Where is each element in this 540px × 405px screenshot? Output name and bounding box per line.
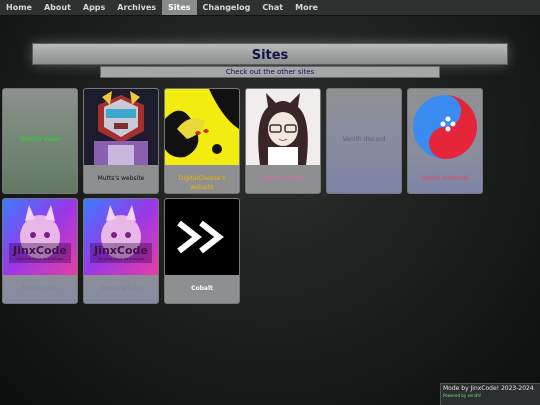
site-card-backup[interactable]: JinxCode Genuine Mode by JinxCode Backup… bbox=[2, 198, 78, 304]
juliet-thumbnail bbox=[246, 89, 320, 165]
site-card-venith-discord[interactable]: Venith discord bbox=[326, 88, 402, 194]
footer-powered-by: Powered by venith! bbox=[443, 393, 482, 398]
page-title-bar: Sites bbox=[32, 43, 508, 65]
top-nav: Home About Apps Archives Sites Changelog… bbox=[0, 0, 540, 16]
site-card-mutts[interactable]: Mutts's website bbox=[83, 88, 159, 194]
jinxcode-tagline: Genuine Mode by JinxCode bbox=[16, 257, 64, 261]
card-label: Venith nintendo bbox=[421, 175, 469, 182]
site-card-venith-main[interactable]: Venith main bbox=[2, 88, 78, 194]
card-label: Venith discord bbox=[342, 136, 386, 143]
card-label: Cobalt bbox=[191, 285, 213, 292]
jinxcode-logo-text: JinxCode bbox=[94, 244, 148, 257]
nav-archives[interactable]: Archives bbox=[111, 0, 162, 15]
nav-about[interactable]: About bbox=[38, 0, 77, 15]
mutts-thumbnail bbox=[84, 89, 158, 165]
site-card-cobalt[interactable]: Cobalt bbox=[164, 198, 240, 304]
nav-apps[interactable]: Apps bbox=[77, 0, 111, 15]
page-subtitle: Check out the other sites bbox=[100, 66, 440, 78]
nintendo-switch-thumbnail bbox=[408, 89, 482, 165]
page-title: Sites bbox=[251, 48, 289, 63]
footer-credit: Mode by JinxCode! 2023-2024 Powered by v… bbox=[440, 383, 540, 405]
jinxcode-thumbnail bbox=[84, 199, 158, 275]
nav-changelog[interactable]: Changelog bbox=[197, 0, 257, 15]
jinxcode-tagline: Genuine Mode by JinxCode bbox=[97, 257, 145, 261]
card-label: Mutts's website bbox=[97, 175, 145, 182]
site-card-venith-nintendo[interactable]: Venith nintendo bbox=[407, 88, 483, 194]
footer-credit-line: Mode by JinxCode! 2023-2024 bbox=[443, 385, 534, 392]
nav-home[interactable]: Home bbox=[0, 0, 38, 15]
nav-more[interactable]: More bbox=[289, 0, 324, 15]
cobalt-thumbnail bbox=[165, 199, 239, 275]
card-label: Backup Site bbox=[22, 285, 58, 292]
card-label: DigitalCheese's website bbox=[178, 175, 226, 191]
site-card-juliet[interactable]: Juliet's website bbox=[245, 88, 321, 194]
site-card-jinxcode-list[interactable]: JinxCode Genuine Mode by JinxCode JinxCo… bbox=[83, 198, 159, 304]
site-card-digitalcheese[interactable]: DigitalCheese's website bbox=[164, 88, 240, 194]
nav-chat[interactable]: Chat bbox=[256, 0, 289, 15]
card-label: Venith main bbox=[19, 136, 61, 143]
digitalcheese-thumbnail bbox=[165, 89, 239, 165]
card-label: Juliet's website bbox=[260, 175, 306, 182]
jinxcode-thumbnail bbox=[3, 199, 77, 275]
jinxcode-logo-text: JinxCode bbox=[13, 244, 67, 257]
nav-sites[interactable]: Sites bbox=[162, 0, 197, 15]
card-label: JinxCode's list bbox=[100, 285, 142, 292]
